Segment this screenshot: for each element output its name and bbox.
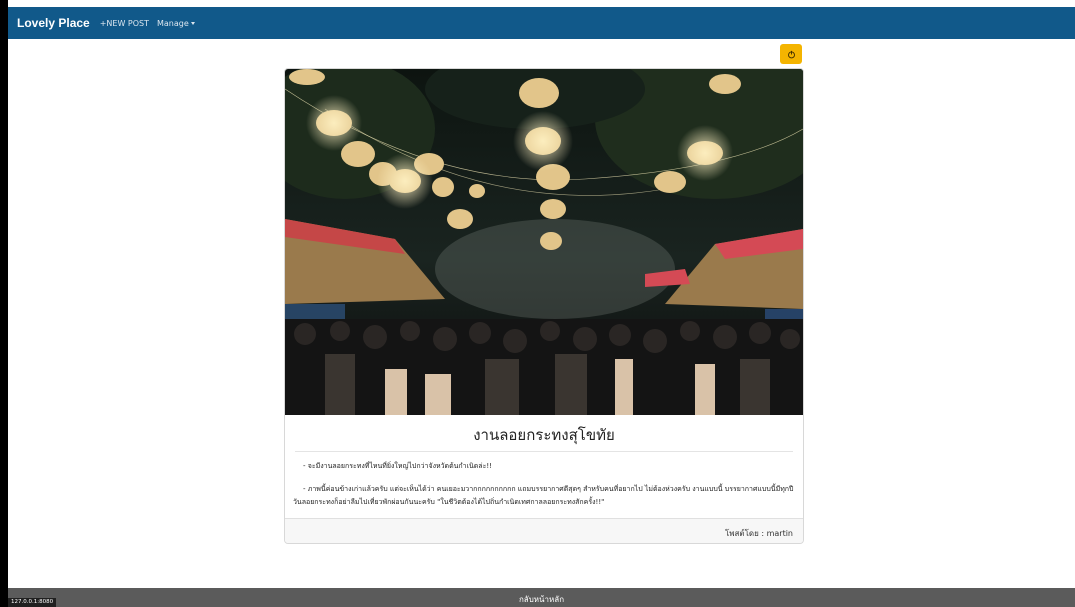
post-author: โพสต์โดย : martin (724, 529, 793, 538)
post-card: งานลอยกระทงสุโขทัย - จะมีงานลอยกระทงที่ไ… (284, 68, 804, 544)
new-post-link[interactable]: +NEW POST (100, 19, 149, 28)
title-divider (295, 451, 793, 452)
post-footer: โพสต์โดย : martin (285, 518, 803, 543)
post-paragraph: - จะมีงานลอยกระทงที่ไหนที่ยิ่งใหญ่ไปกว่า… (303, 462, 492, 470)
window-edge (0, 0, 8, 607)
back-home-link[interactable]: กลับหน้าหลัก (8, 593, 1075, 606)
post-image (285, 69, 803, 415)
navbar: Lovely Place +NEW POST Manage (8, 7, 1075, 39)
power-button[interactable] (780, 44, 802, 64)
brand-link[interactable]: Lovely Place (17, 16, 90, 30)
manage-dropdown[interactable]: Manage (157, 19, 195, 28)
caret-down-icon (190, 21, 195, 25)
manage-label: Manage (157, 18, 189, 28)
footer-bar: กลับหน้าหลัก (8, 588, 1075, 607)
post-title: งานลอยกระทงสุโขทัย (473, 426, 615, 444)
power-icon (787, 50, 795, 58)
new-post-label: +NEW POST (99, 18, 149, 28)
status-bar-url: 127.0.0.1:8080 (8, 598, 57, 607)
post-paragraph: - ภาพนี้ค่อนข้างเก่าแล้วครับ แต่จะเห็นได… (293, 485, 794, 506)
